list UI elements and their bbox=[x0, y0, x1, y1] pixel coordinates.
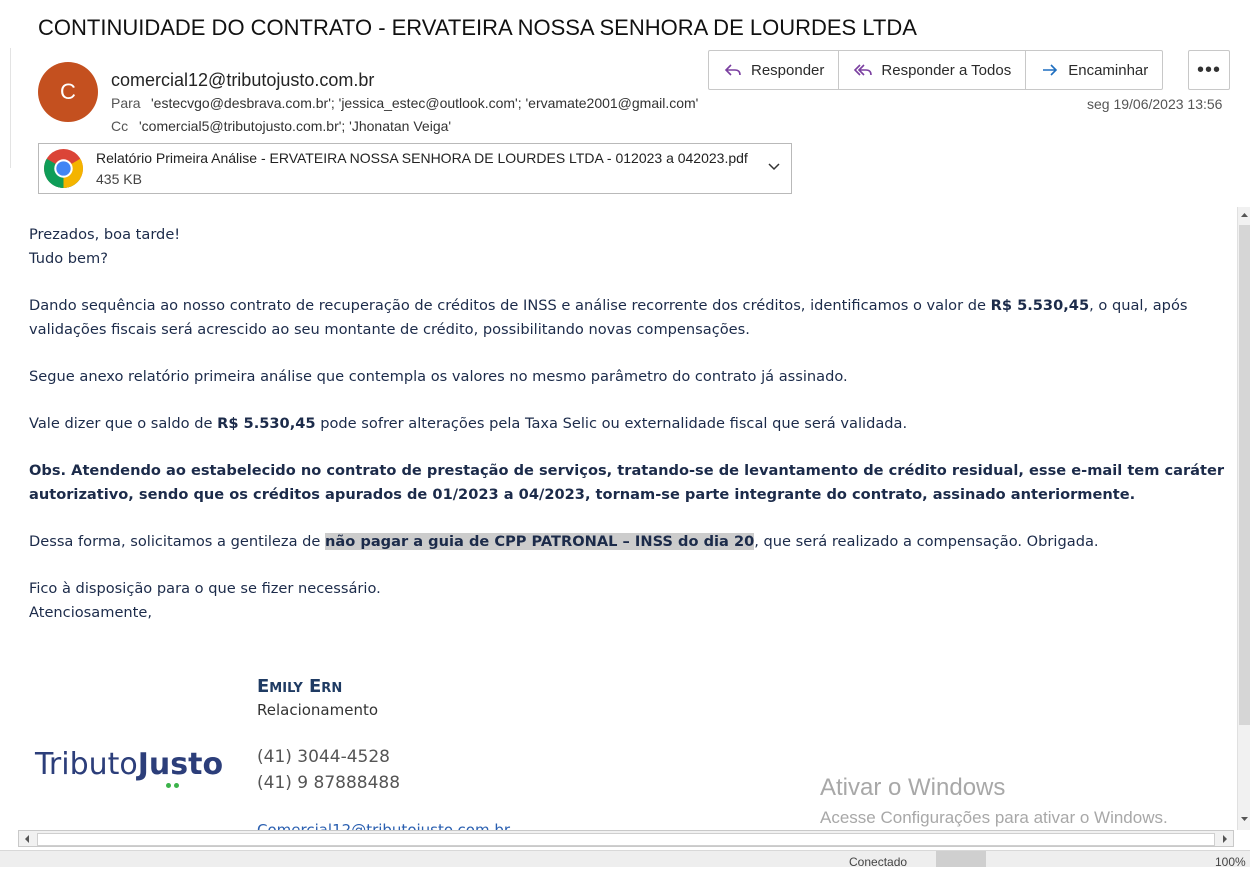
paragraph-value: Dando sequência ao nosso contrato de rec… bbox=[29, 297, 1188, 338]
sender-avatar[interactable]: C bbox=[38, 62, 98, 122]
cc-label: Cc bbox=[111, 118, 129, 134]
connection-status: Conectado bbox=[849, 855, 908, 869]
sender-email[interactable]: comercial12@tributojusto.com.br bbox=[111, 70, 374, 91]
paragraph-request: Dessa forma, solicitamos a gentileza de … bbox=[29, 533, 1099, 550]
signature-name: Emily Ern bbox=[257, 676, 343, 697]
forward-icon bbox=[1043, 64, 1058, 76]
scroll-right-icon[interactable] bbox=[1219, 833, 1231, 845]
reply-all-icon bbox=[854, 64, 873, 76]
forward-button[interactable]: Encaminhar bbox=[1026, 51, 1162, 89]
to-recipients[interactable]: 'estecvgo@desbrava.com.br'; 'jessica_est… bbox=[151, 95, 698, 111]
signature-mobile: (41) 9 87888488 bbox=[257, 773, 401, 793]
attachment-name: Relatório Primeira Análise - ERVATEIRA N… bbox=[96, 150, 748, 166]
scroll-down-icon[interactable] bbox=[1238, 811, 1250, 827]
reply-all-button[interactable]: Responder a Todos bbox=[839, 51, 1027, 89]
reply-button[interactable]: Responder bbox=[709, 51, 840, 89]
greeting: Prezados, boa tarde! Tudo bem? bbox=[29, 226, 181, 267]
highlighted-text: não pagar a guia de CPP PATRONAL – INSS … bbox=[325, 533, 755, 550]
attachment[interactable]: Relatório Primeira Análise - ERVATEIRA N… bbox=[38, 143, 792, 194]
message-actions: Responder Responder a Todos Encaminhar bbox=[708, 50, 1164, 90]
scroll-up-icon[interactable] bbox=[1238, 207, 1250, 223]
reply-icon bbox=[724, 64, 741, 76]
chrome-icon bbox=[44, 149, 83, 188]
windows-activation-watermark: Ativar o Windows bbox=[820, 774, 1006, 801]
paragraph-balance: Vale dizer que o saldo de R$ 5.530,45 po… bbox=[29, 415, 908, 432]
scroll-left-icon[interactable] bbox=[21, 833, 33, 845]
signature-phone: (41) 3044-4528 bbox=[257, 747, 390, 767]
signature-role: Relacionamento bbox=[257, 701, 379, 719]
vertical-scrollbar[interactable] bbox=[1237, 207, 1250, 830]
status-bar: Conectado 100% bbox=[0, 850, 1250, 869]
normal-view-button[interactable] bbox=[936, 851, 986, 867]
email-subject: CONTINUIDADE DO CONTRATO - ERVATEIRA NOS… bbox=[38, 15, 917, 40]
company-logo: TributoJusto bbox=[35, 747, 223, 788]
attachment-size: 435 KB bbox=[96, 171, 142, 187]
closing: Fico à disposição para o que se fizer ne… bbox=[29, 580, 381, 621]
sent-date: seg 19/06/2023 13:56 bbox=[1087, 96, 1223, 112]
horizontal-scrollbar[interactable] bbox=[18, 830, 1234, 847]
to-label: Para bbox=[111, 95, 141, 111]
windows-activation-hint: Acesse Configurações para ativar o Windo… bbox=[820, 808, 1168, 827]
more-actions-button[interactable]: ••• bbox=[1188, 50, 1230, 90]
chevron-down-icon[interactable] bbox=[767, 160, 781, 174]
paragraph-obs: Obs. Atendendo ao estabelecido no contra… bbox=[29, 462, 1225, 503]
reply-all-label: Responder a Todos bbox=[881, 61, 1012, 79]
zoom-level[interactable]: 100% bbox=[1215, 855, 1246, 869]
scroll-thumb[interactable] bbox=[1239, 225, 1250, 725]
divider bbox=[10, 48, 11, 168]
paragraph-attachment: Segue anexo relatório primeira análise q… bbox=[29, 368, 848, 385]
message-body: Prezados, boa tarde! Tudo bem? Dando sequ… bbox=[0, 207, 1237, 830]
signature-email-link[interactable]: Comercial12@tributojusto.com.br bbox=[257, 821, 510, 830]
forward-label: Encaminhar bbox=[1068, 61, 1149, 79]
reply-label: Responder bbox=[751, 61, 825, 79]
cc-recipients[interactable]: 'comercial5@tributojusto.com.br'; 'Jhona… bbox=[139, 118, 451, 134]
horizontal-scroll-thumb[interactable] bbox=[37, 833, 1215, 846]
